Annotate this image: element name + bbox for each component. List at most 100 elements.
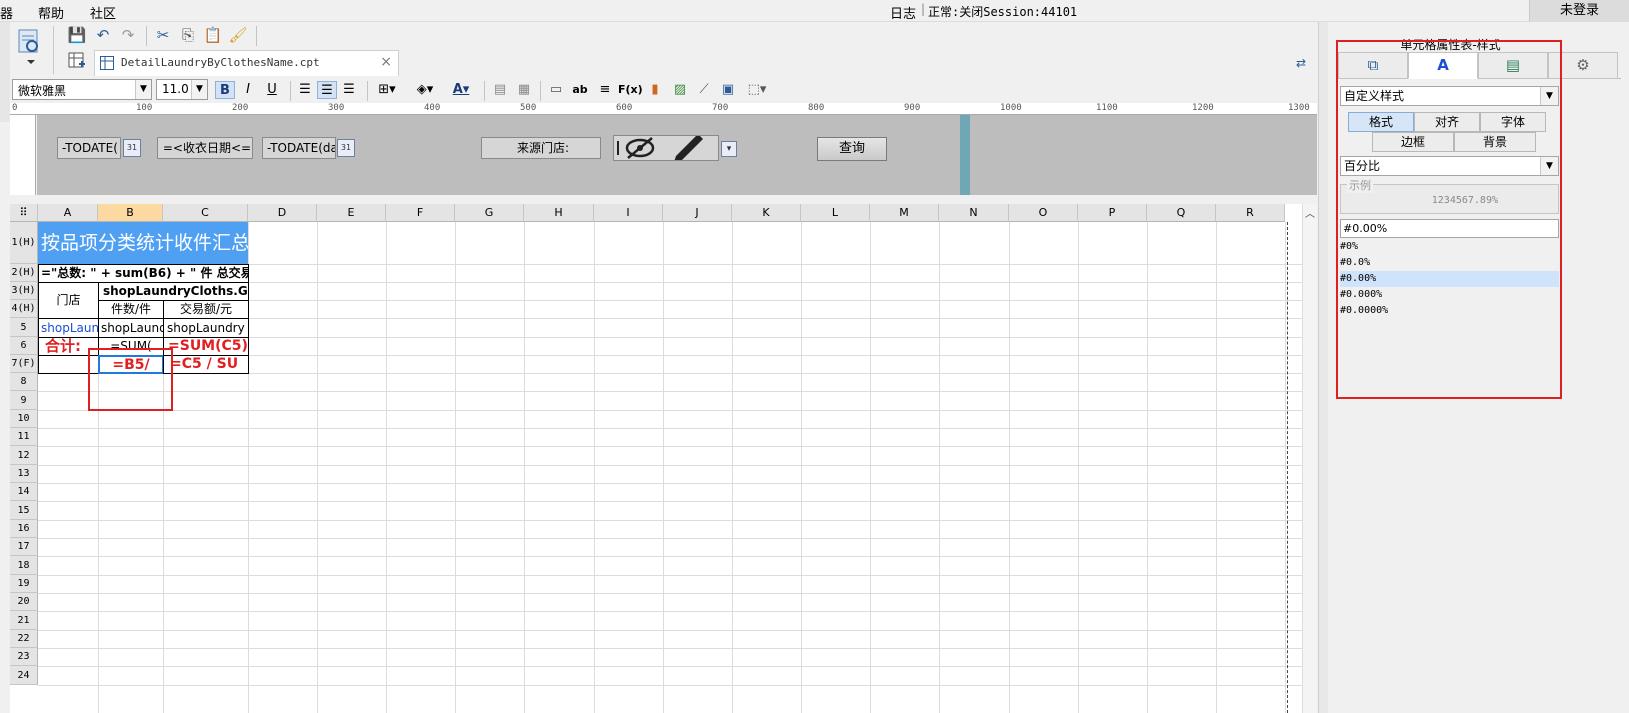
amount-total-cell[interactable]: =SUM(C5) bbox=[163, 337, 249, 356]
row-header[interactable]: 10 bbox=[10, 410, 38, 428]
underline-button[interactable]: U bbox=[262, 81, 282, 99]
row-header[interactable]: 16 bbox=[10, 520, 38, 538]
column-header[interactable]: A bbox=[38, 204, 98, 222]
bold-button[interactable]: B bbox=[215, 81, 235, 99]
select-all-corner[interactable]: ⠿ bbox=[10, 204, 38, 222]
column-header[interactable]: L bbox=[801, 204, 870, 222]
font-size-select[interactable]: 11.0 ▼ bbox=[156, 79, 208, 100]
border-button[interactable]: ⊞▾ bbox=[372, 81, 402, 99]
amount-ratio-cell[interactable]: =C5 / SU bbox=[163, 355, 249, 374]
column-header[interactable]: P bbox=[1078, 204, 1147, 222]
insert-text-button[interactable]: ab bbox=[570, 81, 590, 99]
date-from-field[interactable]: -TODATE( bbox=[57, 137, 121, 159]
row-header[interactable]: 7(F) bbox=[10, 355, 38, 373]
column-header[interactable]: R bbox=[1216, 204, 1285, 222]
insert-image-button[interactable]: ▨ bbox=[670, 81, 690, 99]
cloth-group-cell[interactable]: shopLaundryCloths.G( bbox=[98, 282, 249, 301]
unmerge-cells-button[interactable]: ▦ bbox=[514, 81, 534, 99]
insert-slash-button[interactable]: ▭ bbox=[546, 81, 566, 99]
row-header[interactable]: 1(H) bbox=[10, 222, 38, 264]
column-header[interactable]: B bbox=[98, 204, 163, 222]
menu-item-partial[interactable]: 器 bbox=[0, 3, 13, 22]
column-header[interactable]: K bbox=[732, 204, 801, 222]
row-header[interactable]: 13 bbox=[10, 465, 38, 483]
column-header[interactable]: E bbox=[317, 204, 386, 222]
cut-button[interactable]: ✂ bbox=[152, 24, 174, 46]
close-tab-icon[interactable]: × bbox=[380, 54, 392, 70]
row-header[interactable]: 8 bbox=[10, 373, 38, 391]
store-header-cell[interactable]: 门店 bbox=[38, 282, 99, 319]
calendar-icon[interactable]: 31 bbox=[123, 139, 141, 157]
row-header[interactable]: 2(H) bbox=[10, 264, 38, 282]
insert-formula-button[interactable]: F(x) bbox=[618, 81, 643, 99]
column-header[interactable]: C bbox=[163, 204, 248, 222]
row-header[interactable]: 21 bbox=[10, 611, 38, 630]
spreadsheet-grid[interactable]: ⠿ A B C D E F G H I J K L M N O P Q R 1(… bbox=[10, 204, 1302, 713]
row-header[interactable]: 20 bbox=[10, 593, 38, 611]
insert-chart-button[interactable]: ▮ bbox=[645, 81, 665, 99]
amount-header-cell[interactable]: 交易额/元 bbox=[163, 300, 249, 319]
copy-button[interactable]: ⎘ bbox=[177, 24, 199, 46]
insert-subreport-button[interactable]: ▣ bbox=[718, 81, 738, 99]
font-name-select[interactable]: 微软雅黑 ▼ bbox=[12, 79, 152, 100]
query-button[interactable]: 查询 bbox=[817, 137, 887, 161]
row-header[interactable]: 19 bbox=[10, 575, 38, 593]
row-header[interactable]: 12 bbox=[10, 446, 38, 465]
column-header[interactable]: M bbox=[870, 204, 939, 222]
row-header[interactable]: 9 bbox=[10, 391, 38, 410]
menu-item-community[interactable]: 社区 bbox=[90, 3, 116, 22]
paste-button[interactable]: 📋 bbox=[202, 24, 224, 46]
dropdown-toggle-icon[interactable]: ▾ bbox=[721, 141, 737, 157]
summary-formula-cell[interactable]: ="总数: " + sum(B6) + " 件 总交易 bbox=[38, 264, 249, 283]
count-data-cell[interactable]: shopLaund bbox=[98, 318, 164, 338]
align-right-button[interactable]: ☰ bbox=[339, 81, 359, 99]
row-header[interactable]: 3(H) bbox=[10, 282, 38, 300]
column-header[interactable]: D bbox=[248, 204, 317, 222]
vertical-scrollbar[interactable]: ︿ bbox=[1302, 204, 1317, 713]
store-data-cell[interactable]: shopLaun bbox=[38, 318, 99, 338]
merge-cells-button[interactable]: ▤ bbox=[490, 81, 510, 99]
insert-float-button[interactable]: ⬚▾ bbox=[743, 81, 771, 99]
row-header[interactable]: 5 bbox=[10, 318, 38, 337]
login-button[interactable]: 未登录 bbox=[1529, 0, 1629, 22]
column-header[interactable]: O bbox=[1009, 204, 1078, 222]
row-header[interactable]: 18 bbox=[10, 556, 38, 575]
redo-button[interactable]: ↷ bbox=[117, 24, 139, 46]
format-painter-button[interactable]: 🖌 bbox=[227, 24, 249, 46]
tab-list-button[interactable]: ⇄ bbox=[1290, 52, 1312, 74]
row-header[interactable]: 6 bbox=[10, 337, 38, 355]
save-button[interactable]: 💾 bbox=[66, 24, 88, 46]
new-template-button[interactable] bbox=[66, 52, 88, 74]
column-header[interactable]: N bbox=[939, 204, 1009, 222]
row-header[interactable]: 22 bbox=[10, 630, 38, 648]
menu-item-help[interactable]: 帮助 bbox=[38, 3, 64, 22]
date-to-field[interactable]: -TODATE(da bbox=[262, 137, 336, 159]
column-header[interactable]: G bbox=[455, 204, 524, 222]
amount-data-cell[interactable]: shopLaundry bbox=[163, 318, 249, 338]
align-left-button[interactable]: ☰ bbox=[295, 81, 315, 99]
column-header[interactable]: J bbox=[663, 204, 732, 222]
row-header[interactable]: 14 bbox=[10, 483, 38, 501]
insert-richtext-button[interactable]: ≡ bbox=[595, 81, 615, 99]
column-header[interactable]: H bbox=[524, 204, 594, 222]
chevron-up-icon[interactable]: ︿ bbox=[1305, 205, 1315, 220]
column-header[interactable]: Q bbox=[1147, 204, 1216, 222]
font-color-button[interactable]: A▾ bbox=[446, 81, 476, 99]
italic-button[interactable]: I bbox=[238, 81, 258, 99]
row-header[interactable]: 15 bbox=[10, 501, 38, 520]
document-tab[interactable]: DetailLaundryByClothesName.cpt × bbox=[94, 50, 399, 76]
row-header[interactable]: 4(H) bbox=[10, 300, 38, 318]
align-center-button[interactable]: ☰ bbox=[317, 81, 337, 99]
column-header[interactable]: F bbox=[386, 204, 455, 222]
column-header[interactable]: I bbox=[594, 204, 663, 222]
log-button[interactable]: 日志 bbox=[890, 3, 916, 22]
preview-button[interactable] bbox=[14, 26, 54, 74]
report-title-cell[interactable]: 按品项分类统计收件汇总 bbox=[38, 222, 248, 264]
row-header[interactable]: 24 bbox=[10, 666, 38, 685]
count-header-cell[interactable]: 件数/件 bbox=[98, 300, 164, 319]
fill-color-button[interactable]: ◈▾ bbox=[410, 81, 440, 99]
row-header[interactable]: 11 bbox=[10, 428, 38, 446]
insert-slash-line-button[interactable]: ⟋ bbox=[694, 81, 714, 99]
panel-splitter[interactable] bbox=[960, 115, 970, 195]
undo-button[interactable]: ↶ bbox=[92, 24, 114, 46]
